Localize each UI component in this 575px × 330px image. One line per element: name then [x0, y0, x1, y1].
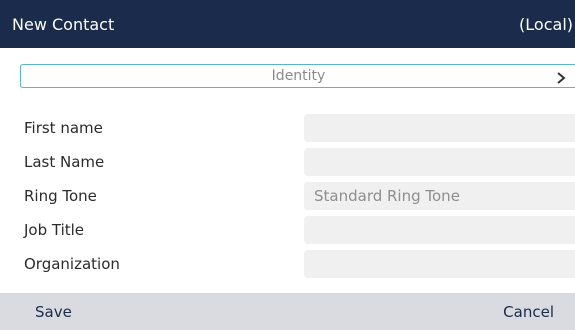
job-title-field[interactable] — [304, 216, 575, 244]
job-title-label: Job Title — [24, 221, 85, 239]
field-row-ring-tone: Ring Tone Standard Ring Tone — [0, 182, 575, 210]
ring-tone-field[interactable]: Standard Ring Tone — [304, 182, 575, 210]
ring-tone-value: Standard Ring Tone — [314, 187, 460, 205]
phone-screen: New Contact (Local) Identity First name … — [0, 0, 575, 330]
first-name-label: First name — [24, 119, 103, 137]
softkey-bar: Save Cancel — [0, 293, 575, 330]
title-bar: New Contact (Local) — [0, 0, 575, 48]
ring-tone-label: Ring Tone — [24, 187, 97, 205]
cancel-button[interactable]: Cancel — [503, 303, 554, 321]
field-row-job-title: Job Title — [0, 216, 575, 244]
screen-title: New Contact — [12, 15, 115, 34]
last-name-label: Last Name — [24, 153, 105, 171]
section-label: Identity — [271, 68, 326, 84]
field-row-last-name: Last Name — [0, 148, 575, 176]
field-row-first-name: First name — [0, 114, 575, 142]
field-row-organization: Organization — [0, 250, 575, 278]
save-button[interactable]: Save — [35, 303, 72, 321]
chevron-right-icon — [556, 70, 566, 84]
first-name-field[interactable] — [304, 114, 575, 142]
organization-label: Organization — [24, 255, 120, 273]
section-selector-identity[interactable]: Identity — [20, 64, 575, 88]
last-name-field[interactable] — [304, 148, 575, 176]
directory-location: (Local) — [519, 15, 573, 34]
organization-field[interactable] — [304, 250, 575, 278]
